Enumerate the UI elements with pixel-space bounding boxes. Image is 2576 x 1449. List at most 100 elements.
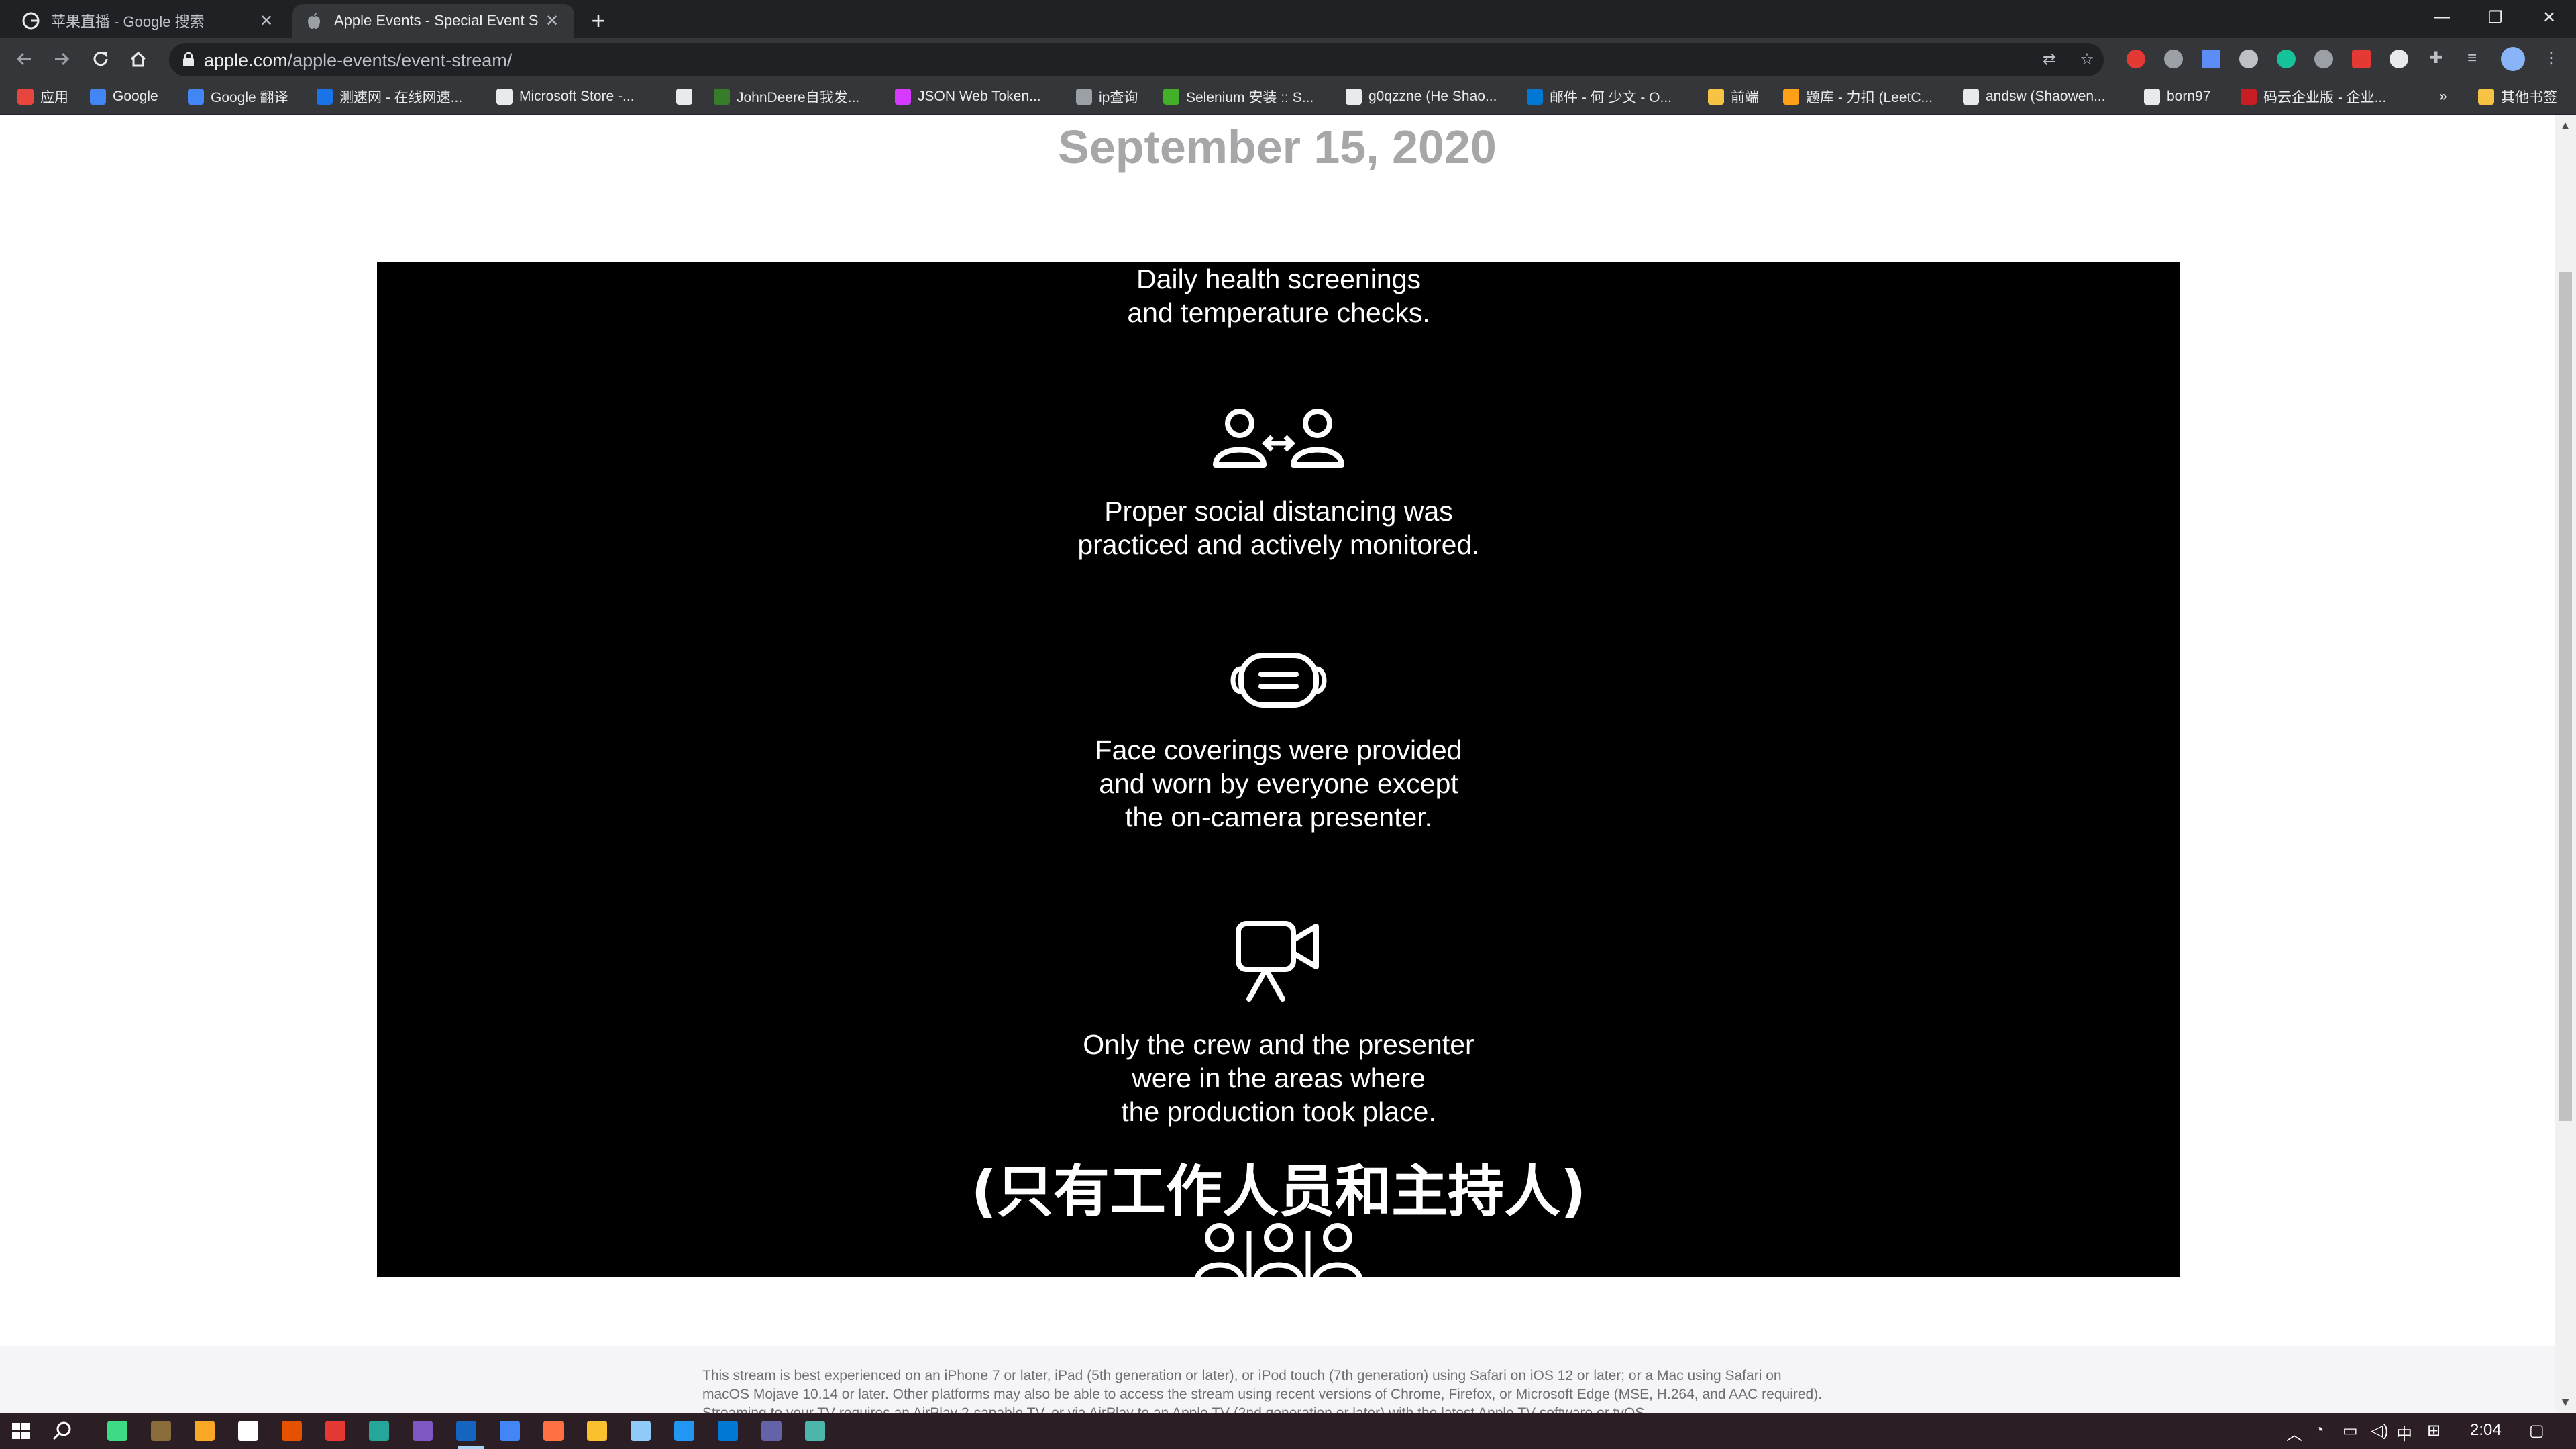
bookmark-item[interactable]: 码云企业版 - 企业... — [2241, 86, 2386, 107]
battery-icon[interactable]: ▭ — [2343, 1421, 2358, 1440]
bookmark-star-icon[interactable]: ☆ — [2078, 51, 2096, 68]
app-12-icon[interactable] — [761, 1421, 782, 1441]
bookmark-label: born97 — [2167, 89, 2211, 104]
reload-button[interactable] — [86, 44, 115, 74]
app-4-icon[interactable] — [238, 1421, 258, 1441]
translate-icon[interactable]: ⇄ — [2041, 51, 2058, 68]
app-10-icon[interactable] — [587, 1421, 607, 1441]
app-6-icon[interactable] — [325, 1421, 345, 1441]
close-window-button[interactable]: ✕ — [2522, 0, 2576, 35]
bookmark-label: JohnDeere自我发... — [737, 90, 860, 105]
extension-6-icon[interactable] — [2352, 50, 2371, 68]
extension-2-icon[interactable] — [2164, 50, 2183, 68]
people-group-icon — [1195, 1223, 1362, 1277]
extension-7-icon[interactable] — [2390, 50, 2408, 68]
keyboard-layout-icon[interactable]: ⊞ — [2427, 1421, 2440, 1440]
github-icon — [1346, 89, 1362, 105]
bookmark-label: 邮件 - 何 少文 - O... — [1550, 90, 1672, 105]
extension-1-icon[interactable] — [2127, 50, 2145, 68]
tab-apple-events[interactable]: Apple Events - Special Event S ✕ — [292, 4, 574, 38]
bookmarks-bar: 其他书签 » 应用 Google Google 翻译 测速网 - 在线网速... Mic… — [0, 80, 2576, 115]
scroll-up-arrow-icon[interactable]: ▲ — [2555, 115, 2576, 136]
app-2-icon[interactable] — [151, 1421, 171, 1441]
caption-line: the on-camera presenter. — [1124, 802, 1433, 833]
grammarly-icon[interactable] — [2277, 50, 2296, 68]
jwt-icon — [895, 89, 911, 105]
bookmark-item[interactable]: Google — [90, 86, 158, 107]
notification-icon[interactable]: ▢ — [2529, 1421, 2544, 1440]
video-subtitle: (只有工作人员和主持人) — [971, 1159, 1587, 1224]
bookmark-item[interactable]: JohnDeere自我发... — [714, 86, 859, 107]
bookmark-item[interactable]: g0qzzne (He Shao... — [1346, 86, 1497, 107]
extension-3-icon[interactable] — [2202, 50, 2220, 68]
bookmark-item[interactable]: JSON Web Token... — [895, 86, 1041, 107]
bookmark-item[interactable]: 邮件 - 何 少文 - O... — [1527, 86, 1672, 107]
app-1-icon[interactable] — [107, 1421, 127, 1441]
bookmark-item[interactable]: Google 翻译 — [188, 86, 288, 107]
teams-icon[interactable] — [718, 1421, 738, 1441]
forward-button[interactable] — [47, 44, 76, 74]
extension-5-icon[interactable] — [2314, 50, 2333, 68]
network-icon[interactable]: ◔ — [2314, 1421, 2324, 1440]
app-5-icon[interactable] — [282, 1421, 302, 1441]
tab-title: 苹果直播 - Google 搜索 — [51, 13, 205, 30]
tab-google-search[interactable]: 苹果直播 - Google 搜索 ✕ — [9, 4, 288, 38]
tray-overflow-icon[interactable]: ︿ — [2286, 1421, 2302, 1444]
outlook-icon[interactable] — [674, 1421, 694, 1441]
home-button[interactable] — [123, 44, 153, 74]
address-bar[interactable]: apple.com/apple-events/event-stream/ ⇄ ☆ — [169, 43, 2104, 76]
bookmark-label: 题库 - 力扣 (LeetC... — [1806, 90, 1933, 105]
video-camera-icon — [1236, 921, 1319, 1002]
new-tab-button[interactable]: + — [585, 8, 612, 35]
tab-close-button[interactable]: ✕ — [256, 11, 276, 31]
home-icon — [130, 51, 146, 67]
apps-grid-icon — [17, 89, 34, 105]
caption-line: the production took place. — [1121, 1096, 1436, 1127]
other-bookmarks-folder[interactable]: 其他书签 — [2478, 86, 2557, 107]
app-8-icon[interactable] — [413, 1421, 433, 1441]
restore-button[interactable]: ❐ — [2469, 0, 2522, 35]
bookmark-item[interactable]: ip查询 — [1076, 86, 1138, 107]
file-explorer-icon[interactable] — [543, 1421, 564, 1441]
bookmark-label: Microsoft Store -... — [519, 89, 635, 104]
puzzle-extensions-icon[interactable]: ✚ — [2427, 50, 2445, 67]
bookmark-item[interactable]: born97 — [2144, 86, 2210, 107]
bookmark-item[interactable]: 应用 — [17, 86, 68, 107]
speedtest-icon — [317, 89, 333, 105]
bookmark-item[interactable]: Microsoft Store -... — [496, 86, 635, 107]
search-icon[interactable] — [51, 1419, 74, 1442]
video-player[interactable]: Daily health screenings and temperature … — [377, 262, 2180, 1277]
vertical-scrollbar[interactable]: ▲ ▼ — [2555, 115, 2576, 1413]
footer-compatibility-text: This stream is best experienced on an iP… — [702, 1368, 1823, 1413]
app-7-icon[interactable] — [369, 1421, 389, 1441]
reading-list-icon[interactable]: ≡ — [2463, 50, 2481, 67]
start-icon[interactable] — [9, 1419, 32, 1442]
bookmark-item[interactable] — [676, 86, 699, 107]
globe-icon — [676, 89, 692, 105]
bookmark-item[interactable]: 测速网 - 在线网速... — [317, 86, 462, 107]
video-caption-crew: Only the crew and the presenter were in … — [377, 1028, 2180, 1128]
edge-icon[interactable] — [805, 1421, 825, 1441]
app-9-icon[interactable] — [500, 1421, 520, 1441]
tab-close-button[interactable]: ✕ — [542, 11, 562, 31]
bookmark-item[interactable]: 题库 - 力扣 (LeetC... — [1783, 86, 1933, 107]
bookmark-item[interactable]: 前端 — [1708, 86, 1759, 107]
johndeere-icon — [714, 89, 730, 105]
scroll-down-arrow-icon[interactable]: ▼ — [2555, 1391, 2576, 1413]
back-button[interactable] — [9, 44, 39, 74]
ime-indicator[interactable]: 中 — [2396, 1421, 2412, 1444]
app-3-icon[interactable] — [195, 1421, 215, 1441]
menu-dots-icon[interactable]: ⋮ — [2542, 50, 2560, 67]
profile-avatar[interactable] — [2501, 47, 2525, 71]
scrollbar-thumb[interactable] — [2559, 272, 2572, 1121]
chrome-icon[interactable] — [456, 1421, 476, 1441]
bookmark-item[interactable]: Selenium 安装 :: S... — [1163, 86, 1313, 107]
bookmark-item[interactable]: andsw (Shaowen... — [1963, 86, 2106, 107]
clock-time[interactable]: 2:04 — [2470, 1421, 2502, 1440]
volume-icon[interactable]: ◁) — [2371, 1421, 2388, 1440]
tab-title: Apple Events - Special Event S — [334, 12, 539, 29]
app-11-icon[interactable] — [631, 1421, 651, 1441]
minimize-button[interactable]: — — [2415, 0, 2469, 35]
extension-react-icon[interactable] — [2239, 50, 2258, 68]
bookmarks-overflow-button[interactable]: » — [2439, 86, 2447, 107]
